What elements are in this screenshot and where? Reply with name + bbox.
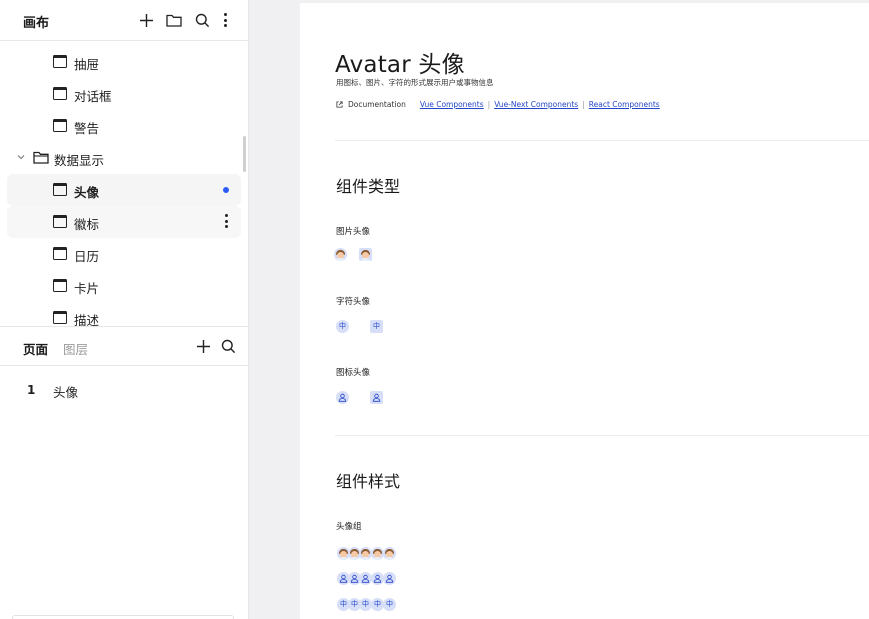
tab-pages[interactable]: 页面 — [23, 339, 48, 358]
search-icon[interactable] — [193, 11, 211, 29]
user-icon — [350, 574, 359, 583]
tree-item[interactable]: 对话框 — [7, 78, 241, 110]
window-icon — [53, 119, 67, 132]
horizontal-scrollbar[interactable] — [12, 615, 234, 619]
group-label: 字符头像 — [336, 297, 371, 307]
tree-folder[interactable]: 数据显示 — [7, 142, 241, 174]
char-avatar-circle: 中 — [336, 320, 349, 333]
tree-item-label: 卡片 — [74, 281, 100, 296]
user-icon — [385, 574, 394, 583]
user-icon-avatar-square — [370, 391, 383, 404]
page-subtitle: 用图标、图片、字符的形式展示用户或事物信息 — [336, 78, 494, 87]
external-link-icon — [336, 101, 343, 108]
page-title: Avatar 头像 — [335, 52, 465, 78]
char-avatar-square: 中 — [370, 320, 383, 333]
window-icon — [53, 215, 67, 228]
window-icon — [53, 311, 67, 324]
search-icon[interactable] — [219, 337, 237, 355]
page-number: 1 — [27, 383, 36, 397]
window-icon — [53, 279, 67, 292]
more-vertical-icon[interactable] — [216, 11, 234, 29]
group-user-icon-avatar — [383, 572, 396, 585]
tree-folder-label: 数据显示 — [54, 153, 105, 168]
add-icon[interactable] — [137, 11, 155, 29]
vue-next-components-link[interactable]: Vue-Next Components — [494, 100, 578, 109]
tree-item-label: 描述 — [74, 313, 100, 326]
documentation-label: Documentation — [348, 100, 406, 109]
tree-item-label: 警告 — [74, 121, 100, 136]
tree-item-label: 日历 — [74, 249, 100, 264]
tab-layers[interactable]: 图层 — [63, 339, 88, 358]
group-label: 图片头像 — [336, 227, 371, 237]
window-icon — [53, 55, 67, 68]
tree-item[interactable]: 抽屉 — [7, 46, 241, 78]
group-label: 头像组 — [336, 522, 362, 532]
window-icon — [53, 87, 67, 100]
user-icon — [339, 574, 348, 583]
current-page-dot — [223, 187, 229, 193]
tree-item[interactable]: 日历 — [7, 238, 241, 270]
user-icon — [361, 574, 370, 583]
image-avatar-square — [359, 248, 372, 261]
tree-item-active[interactable]: 头像 — [7, 174, 241, 206]
user-icon — [372, 393, 381, 402]
link-separator: | — [582, 100, 585, 109]
tree-item-label: 对话框 — [74, 89, 112, 104]
page-list-item[interactable]: 1 头像 — [0, 378, 249, 402]
react-components-link[interactable]: React Components — [589, 100, 660, 109]
folder-add-icon[interactable] — [165, 11, 183, 29]
artboard[interactable]: Avatar 头像 用图标、图片、字符的形式展示用户或事物信息 Document… — [300, 3, 869, 619]
vue-components-link[interactable]: Vue Components — [420, 100, 484, 109]
tree-item[interactable]: 描述 — [7, 302, 241, 326]
add-page-icon[interactable] — [194, 337, 212, 355]
section-heading: 组件类型 — [336, 177, 401, 196]
tree-item[interactable]: 警告 — [7, 110, 241, 142]
canvas-panel-header: 画布 — [0, 0, 249, 41]
divider — [335, 435, 869, 436]
divider — [335, 140, 869, 141]
left-panel: 画布 抽屉 对话框 警告 数据显示 头像 徽标 日历 卡片 描述 页面 图层 1… — [0, 0, 249, 619]
tree-item-label: 头像 — [74, 185, 100, 200]
tree-item[interactable]: 卡片 — [7, 270, 241, 302]
page-tree: 抽屉 对话框 警告 数据显示 头像 徽标 日历 卡片 描述 — [0, 42, 249, 326]
user-icon-avatar-circle — [336, 391, 349, 404]
doc-links: Documentation Vue Components | Vue-Next … — [336, 100, 660, 109]
section-heading: 组件样式 — [336, 472, 401, 491]
more-vertical-icon[interactable] — [224, 214, 228, 230]
design-canvas[interactable]: Avatar 头像 用图标、图片、字符的形式展示用户或事物信息 Document… — [249, 0, 869, 619]
user-icon — [373, 574, 382, 583]
window-icon — [53, 183, 67, 196]
group-image-avatar — [383, 547, 396, 560]
chevron-down-icon[interactable] — [16, 151, 26, 165]
folder-icon — [33, 151, 49, 167]
image-avatar-circle — [334, 248, 347, 261]
group-char-avatar: 中 — [383, 598, 396, 611]
link-separator: | — [487, 100, 491, 109]
tree-item-label: 抽屉 — [74, 57, 100, 72]
tree-item[interactable]: 徽标 — [7, 206, 241, 238]
group-label: 图标头像 — [336, 368, 371, 378]
tree-scrollbar[interactable] — [243, 136, 246, 172]
user-icon — [338, 393, 347, 402]
window-icon — [53, 247, 67, 260]
page-name: 头像 — [53, 385, 79, 400]
tree-item-label: 徽标 — [74, 217, 100, 232]
pages-panel-header: 页面 图层 — [0, 326, 249, 366]
panel-title: 画布 — [23, 16, 50, 31]
